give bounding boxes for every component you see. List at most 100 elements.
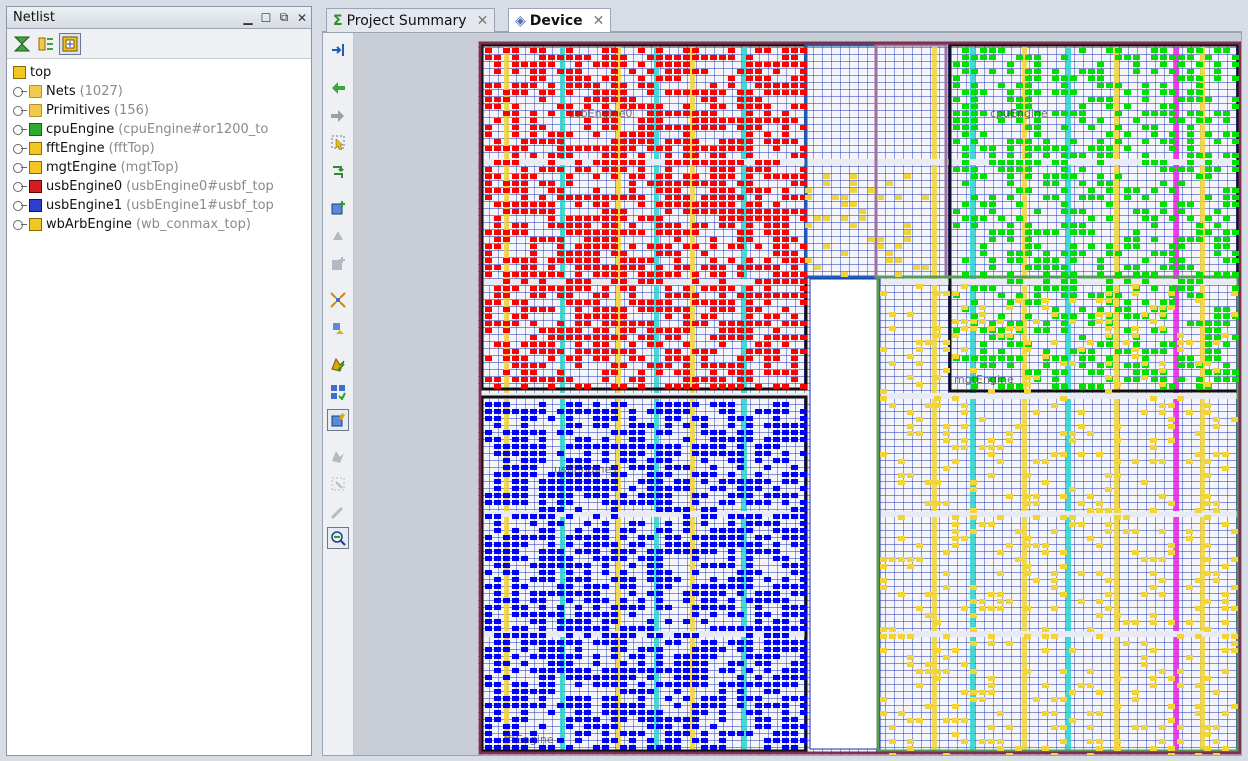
route-icon[interactable] xyxy=(327,161,349,183)
show-placed-icon[interactable] xyxy=(327,409,349,431)
placed-cell xyxy=(1160,342,1167,347)
tab-project-summary[interactable]: Σ Project Summary ✕ xyxy=(326,8,496,32)
float-icon[interactable]: ⧉ xyxy=(275,10,293,25)
device-floorplan[interactable]: usbEngine0 cpuEngineusbEngine1mgtEngineff… xyxy=(354,33,1241,755)
placed-cell xyxy=(850,174,857,179)
placed-cell xyxy=(1214,237,1221,242)
placed-cell xyxy=(791,370,798,375)
minimize-icon[interactable]: ▁ xyxy=(239,11,257,25)
placed-cell xyxy=(485,626,492,631)
fit-selection-icon[interactable] xyxy=(327,289,349,311)
placed-cell xyxy=(782,472,789,477)
zoom-icon[interactable] xyxy=(327,527,349,549)
placed-cell xyxy=(548,90,555,95)
auto-fit-icon[interactable] xyxy=(327,39,349,61)
placed-cell xyxy=(548,689,555,694)
expand-icon[interactable] xyxy=(13,86,27,97)
placed-cell xyxy=(1033,375,1040,380)
placed-cell xyxy=(1223,216,1230,221)
placed-cell xyxy=(800,300,807,305)
placed-cell xyxy=(746,584,753,589)
placed-cell xyxy=(575,384,582,389)
tree-item-usbengine0[interactable]: usbEngine0 (usbEngine0#usbf_top xyxy=(13,177,311,196)
placed-cell xyxy=(1160,265,1167,270)
maximize-icon[interactable]: ☐ xyxy=(257,11,275,25)
placed-cell xyxy=(539,626,546,631)
expand-icon[interactable] xyxy=(13,124,27,135)
placed-cell xyxy=(895,272,902,277)
placed-cell xyxy=(728,76,735,81)
unplace-cell-icon[interactable] xyxy=(327,473,349,495)
placed-cell xyxy=(746,377,753,382)
placed-cell xyxy=(539,507,546,512)
tree-item-primitives[interactable]: Primitives (156) xyxy=(13,101,311,120)
placed-cell xyxy=(620,265,627,270)
expand-icon[interactable] xyxy=(13,143,27,154)
placed-cell xyxy=(782,174,789,179)
placed-cell xyxy=(512,465,519,470)
placed-cell xyxy=(962,202,969,207)
placed-cell xyxy=(485,745,492,750)
tree-item-cpuengine[interactable]: cpuEngine (cpuEngine#or1200_to xyxy=(13,120,311,139)
placed-cell xyxy=(485,493,492,498)
placed-cell xyxy=(1006,599,1013,604)
placed-cell xyxy=(512,654,519,659)
placed-cell xyxy=(593,237,600,242)
placed-cell xyxy=(1159,578,1166,583)
tree-item-fftengine[interactable]: fftEngine (fftTop) xyxy=(13,139,311,158)
move-icon[interactable] xyxy=(327,317,349,339)
placed-cell xyxy=(566,55,573,60)
placed-cell xyxy=(1196,279,1203,284)
placed-cell xyxy=(710,444,717,449)
expand-all-icon[interactable] xyxy=(35,33,57,55)
placed-cell xyxy=(1232,153,1239,158)
close-icon[interactable]: ✕ xyxy=(477,13,489,29)
placed-cell xyxy=(683,90,690,95)
expand-icon[interactable] xyxy=(13,162,27,173)
show-hierarchy-icon[interactable] xyxy=(59,32,81,55)
placed-cell xyxy=(503,458,510,463)
close-icon[interactable]: ✕ xyxy=(293,11,311,25)
collapse-all-icon[interactable] xyxy=(11,33,33,55)
expand-icon[interactable] xyxy=(13,105,27,116)
select-icon[interactable] xyxy=(327,131,349,153)
close-icon[interactable]: ✕ xyxy=(593,13,605,29)
unplace-icon[interactable] xyxy=(327,445,349,467)
forward-arrow-icon[interactable] xyxy=(327,105,349,127)
expand-icon[interactable] xyxy=(13,219,27,230)
add-pblock-icon[interactable] xyxy=(327,197,349,219)
tree-root[interactable]: top xyxy=(13,63,311,82)
placed-cell xyxy=(512,258,519,263)
clear-icon[interactable] xyxy=(327,501,349,523)
back-arrow-icon[interactable] xyxy=(327,77,349,99)
placed-cell xyxy=(692,738,699,743)
expand-icon[interactable] xyxy=(13,200,27,211)
placed-cell xyxy=(539,409,546,414)
mark-icon[interactable] xyxy=(327,353,349,375)
tree-item-mgtengine[interactable]: mgtEngine (mgtTop) xyxy=(13,158,311,177)
tree-item-label: cpuEngine xyxy=(46,122,115,137)
pblock-add-icon[interactable] xyxy=(327,253,349,275)
placed-cell xyxy=(539,458,546,463)
placed-cell xyxy=(539,612,546,617)
highlight-icon[interactable] xyxy=(327,381,349,403)
placed-cell xyxy=(1034,209,1041,214)
placed-cell xyxy=(898,634,905,639)
placed-cell xyxy=(962,160,969,165)
placed-cell xyxy=(916,606,923,611)
placed-cell xyxy=(494,598,501,603)
pblock-icon[interactable] xyxy=(327,225,349,247)
tree-item-nets[interactable]: Nets (1027) xyxy=(13,82,311,101)
tree-item-wbarbengine[interactable]: wbArbEngine (wb_conmax_top) xyxy=(13,215,311,234)
device-canvas[interactable]: usbEngine0 cpuEngine usbEngine1 mgtEngine ff… xyxy=(354,33,1241,755)
expand-icon[interactable] xyxy=(13,181,27,192)
tree-item-usbengine1[interactable]: usbEngine1 (usbEngine1#usbf_top xyxy=(13,196,311,215)
placed-cell xyxy=(755,696,762,701)
placed-cell xyxy=(539,633,546,638)
tab-device[interactable]: ◈ Device ✕ xyxy=(508,8,612,33)
placed-cell xyxy=(997,319,1004,324)
placed-cell xyxy=(1006,326,1013,331)
placed-cell xyxy=(1016,188,1023,193)
placed-cell xyxy=(503,535,510,540)
placed-cell xyxy=(575,549,582,554)
